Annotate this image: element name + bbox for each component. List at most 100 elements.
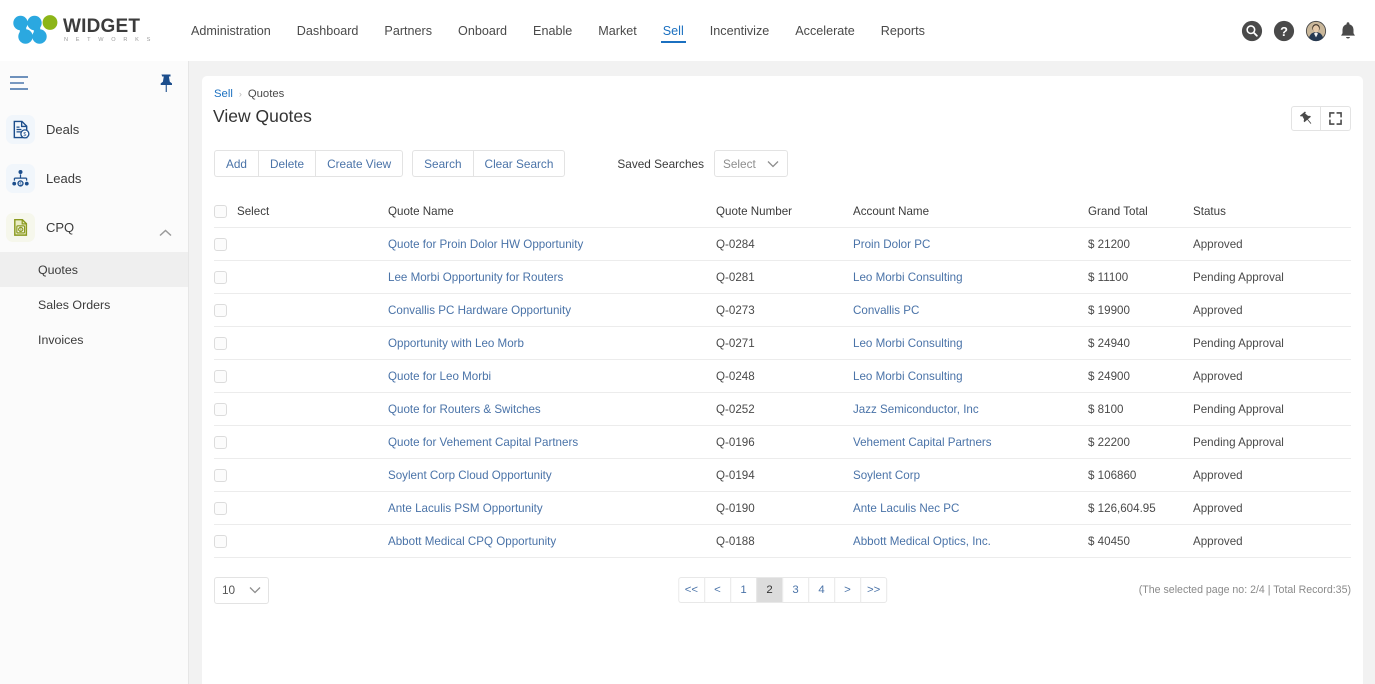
- quote-name-link[interactable]: Convallis PC Hardware Opportunity: [388, 304, 571, 317]
- nav-item-market[interactable]: Market: [585, 0, 650, 61]
- sidebar-item-leads[interactable]: $ Leads: [0, 154, 188, 203]
- nav-item-accelerate[interactable]: Accelerate: [782, 0, 868, 61]
- clear-search-button[interactable]: Clear Search: [472, 150, 566, 177]
- row-select-cell: [214, 237, 388, 251]
- cell-quote-name: Abbott Medical CPQ Opportunity: [388, 535, 716, 548]
- quote-name-link[interactable]: Ante Laculis PSM Opportunity: [388, 502, 543, 515]
- saved-searches-select[interactable]: Select: [713, 150, 788, 177]
- sidebar-item-cpq[interactable]: $ CPQ: [0, 203, 188, 252]
- hamburger-menu-icon[interactable]: [9, 75, 33, 91]
- row-checkbox[interactable]: [214, 402, 227, 416]
- quote-name-link[interactable]: Opportunity with Leo Morb: [388, 337, 524, 350]
- account-name-link[interactable]: Convallis PC: [853, 304, 919, 317]
- search-icon[interactable]: [1241, 20, 1263, 42]
- table-row: Convallis PC Hardware Opportunity Q-0273 C…: [214, 294, 1351, 327]
- row-checkbox[interactable]: [214, 534, 227, 548]
- help-icon[interactable]: ?: [1273, 20, 1295, 42]
- pagination-button-3[interactable]: 3: [782, 577, 808, 603]
- account-name-link[interactable]: Leo Morbi Consulting: [853, 337, 963, 350]
- row-checkbox[interactable]: [214, 270, 227, 284]
- nav-item-reports[interactable]: Reports: [868, 0, 938, 61]
- cell-status: Approved: [1193, 534, 1243, 548]
- quote-name-link[interactable]: Quote for Vehement Capital Partners: [388, 436, 578, 449]
- pagination-button-prev[interactable]: <: [704, 577, 730, 603]
- column-header-quote-name[interactable]: Quote Name: [388, 205, 716, 218]
- nav-item-enable[interactable]: Enable: [520, 0, 585, 61]
- column-header-grand-total[interactable]: Grand Total: [1088, 205, 1193, 218]
- deals-document-icon: $: [6, 115, 35, 144]
- cell-quote-number: Q-0271: [716, 336, 755, 350]
- cell-account-name: Abbott Medical Optics, Inc.: [853, 535, 1088, 548]
- cell-quote-name: Lee Morbi Opportunity for Routers: [388, 271, 716, 284]
- sidebar-subitem-invoices[interactable]: Invoices: [0, 322, 188, 357]
- rows-per-page-select[interactable]: 10: [214, 576, 269, 604]
- nav-item-partners[interactable]: Partners: [371, 0, 445, 61]
- row-checkbox[interactable]: [214, 303, 227, 317]
- account-name-link[interactable]: Abbott Medical Optics, Inc.: [853, 535, 991, 548]
- sidebar-subitem-quotes[interactable]: Quotes: [0, 252, 188, 287]
- expand-button[interactable]: [1321, 106, 1351, 131]
- pagination-button-prevprev[interactable]: <<: [677, 577, 704, 603]
- cell-grand-total: $ 8100: [1088, 402, 1124, 416]
- row-checkbox[interactable]: [214, 336, 227, 350]
- column-header-quote-number[interactable]: Quote Number: [716, 205, 853, 218]
- row-checkbox[interactable]: [214, 237, 227, 251]
- account-name-link[interactable]: Soylent Corp: [853, 469, 920, 482]
- cell-quote-number: Q-0252: [716, 402, 755, 416]
- notification-bell-icon[interactable]: [1337, 20, 1359, 42]
- quote-name-link[interactable]: Lee Morbi Opportunity for Routers: [388, 271, 563, 284]
- search-button[interactable]: Search: [412, 150, 473, 177]
- nav-item-onboard[interactable]: Onboard: [445, 0, 520, 61]
- record-count-info: (The selected page no: 2/4 | Total Recor…: [1138, 584, 1351, 596]
- account-name-link[interactable]: Jazz Semiconductor, Inc: [853, 403, 979, 416]
- row-checkbox[interactable]: [214, 435, 227, 449]
- quote-name-link[interactable]: Quote for Proin Dolor HW Opportunity: [388, 238, 583, 251]
- cell-quote-number: Q-0273: [716, 303, 755, 317]
- pagination-button-4[interactable]: 4: [808, 577, 834, 603]
- breadcrumb: Sell › Quotes: [214, 88, 284, 100]
- brand-logo[interactable]: WIDGET N E T W O R K S: [12, 14, 160, 48]
- quote-name-link[interactable]: Quote for Routers & Switches: [388, 403, 541, 416]
- delete-button[interactable]: Delete: [258, 150, 316, 177]
- cell-quote-number: Q-0194: [716, 468, 755, 482]
- quote-name-link[interactable]: Quote for Leo Morbi: [388, 370, 491, 383]
- pin-button[interactable]: [1291, 106, 1321, 131]
- cell-account-name: Proin Dolor PC: [853, 238, 1088, 251]
- rows-per-page-value: 10: [222, 583, 236, 597]
- column-header-account-name[interactable]: Account Name: [853, 205, 1088, 218]
- nav-item-administration[interactable]: Administration: [178, 0, 284, 61]
- cell-account-name: Leo Morbi Consulting: [853, 370, 1088, 383]
- pin-icon[interactable]: [158, 73, 174, 93]
- pagination-button-1[interactable]: 1: [730, 577, 756, 603]
- chevron-up-icon[interactable]: [159, 224, 172, 242]
- select-all-checkbox[interactable]: [214, 205, 227, 218]
- account-name-link[interactable]: Ante Laculis Nec PC: [853, 502, 959, 515]
- sidebar-subitem-sales-orders[interactable]: Sales Orders: [0, 287, 188, 322]
- pagination-button-nextnext[interactable]: >>: [860, 577, 888, 603]
- expand-fullscreen-icon: [1329, 112, 1342, 125]
- row-select-cell: [214, 435, 388, 449]
- quote-name-link[interactable]: Soylent Corp Cloud Opportunity: [388, 469, 552, 482]
- account-name-link[interactable]: Leo Morbi Consulting: [853, 271, 963, 284]
- row-select-cell: [214, 468, 388, 482]
- pagination-button-2[interactable]: 2: [756, 577, 782, 603]
- sidebar-item-deals[interactable]: $ Deals: [0, 105, 188, 154]
- nav-item-incentivize[interactable]: Incentivize: [697, 0, 783, 61]
- page-title: View Quotes: [213, 106, 312, 126]
- row-checkbox[interactable]: [214, 501, 227, 515]
- nav-item-dashboard[interactable]: Dashboard: [284, 0, 372, 61]
- account-name-link[interactable]: Proin Dolor PC: [853, 238, 930, 251]
- avatar[interactable]: [1305, 20, 1327, 42]
- breadcrumb-parent[interactable]: Sell: [214, 88, 233, 100]
- nav-item-sell[interactable]: Sell: [650, 0, 697, 61]
- pagination-button-next[interactable]: >: [834, 577, 860, 603]
- row-checkbox[interactable]: [214, 369, 227, 383]
- quote-name-link[interactable]: Abbott Medical CPQ Opportunity: [388, 535, 556, 548]
- cell-account-name: Leo Morbi Consulting: [853, 337, 1088, 350]
- account-name-link[interactable]: Leo Morbi Consulting: [853, 370, 963, 383]
- account-name-link[interactable]: Vehement Capital Partners: [853, 436, 992, 449]
- add-button[interactable]: Add: [214, 150, 258, 177]
- column-header-status[interactable]: Status: [1193, 205, 1351, 218]
- row-checkbox[interactable]: [214, 468, 227, 482]
- create-view-button[interactable]: Create View: [315, 150, 404, 177]
